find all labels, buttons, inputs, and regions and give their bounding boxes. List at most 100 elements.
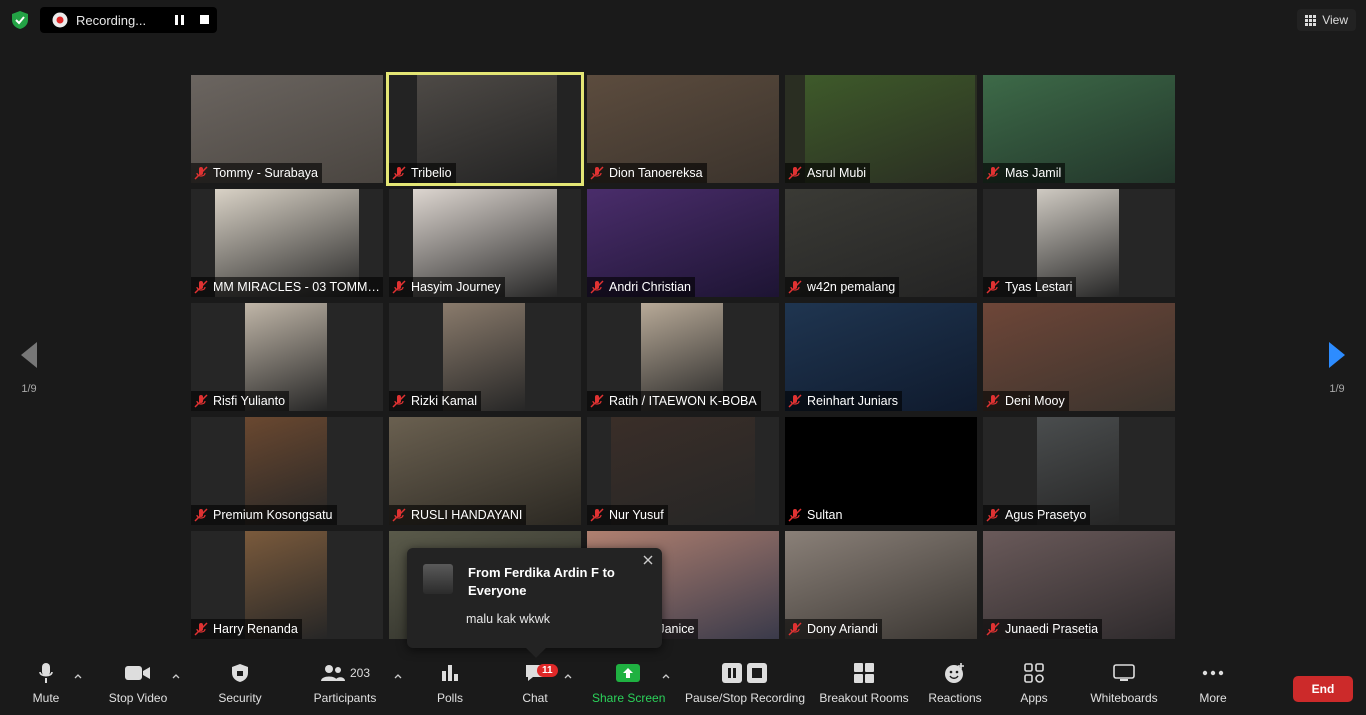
participants-options-chevron-icon[interactable] — [394, 673, 402, 679]
breakout-rooms-button[interactable]: Breakout Rooms — [816, 655, 912, 715]
participant-name-tag: Tribelio — [389, 163, 456, 183]
participant-tile[interactable]: Junaedi Prasetia — [983, 531, 1175, 639]
security-button[interactable]: Security — [212, 655, 268, 715]
recording-label: Recording... — [76, 12, 147, 28]
muted-microphone-icon — [788, 508, 802, 522]
muted-microphone-icon — [392, 508, 406, 522]
participant-tile[interactable]: Ratih / ITAEWON K-BOBA — [587, 303, 779, 411]
participant-tile[interactable]: MM MIRACLES - 03 TOMMY... — [191, 189, 383, 297]
video-camera-icon — [125, 666, 150, 680]
participant-tile[interactable]: Agus Prasetyo — [983, 417, 1175, 525]
share-options-chevron-icon[interactable] — [662, 673, 670, 679]
participant-tile[interactable]: Tribelio — [386, 72, 584, 186]
video-options-chevron-icon[interactable] — [172, 673, 180, 679]
participant-name-tag: Tyas Lestari — [983, 277, 1077, 297]
muted-microphone-icon — [392, 166, 406, 180]
chat-message: malu kak wkwk — [466, 612, 551, 626]
stop-video-label: Stop Video — [108, 691, 168, 705]
previous-page-button[interactable]: 1/9 — [14, 340, 44, 400]
participants-button[interactable]: 203 Participants — [310, 655, 380, 715]
end-meeting-button[interactable]: End — [1293, 676, 1353, 702]
participant-tile[interactable]: Asrul Mubi — [785, 75, 977, 183]
muted-microphone-icon — [590, 280, 604, 294]
participant-tile[interactable]: Reinhart Juniars — [785, 303, 977, 411]
participant-name: Andri Christian — [609, 280, 691, 294]
chat-notification[interactable]: From Ferdika Ardin F to Everyone malu ka… — [407, 548, 662, 658]
participant-tile[interactable]: Tommy - Surabaya — [191, 75, 383, 183]
close-icon[interactable] — [642, 554, 654, 566]
participant-name-tag: Agus Prasetyo — [983, 505, 1091, 525]
muted-microphone-icon — [986, 622, 1000, 636]
security-shield-icon[interactable] — [12, 11, 28, 29]
participant-tile[interactable]: Risfi Yulianto — [191, 303, 383, 411]
pause-recording-icon[interactable] — [174, 13, 186, 27]
participant-name-tag: Nur Yusuf — [587, 505, 668, 525]
participant-tile[interactable]: Premium Kosongsatu — [191, 417, 383, 525]
participant-name-tag: MM MIRACLES - 03 TOMMY... — [191, 277, 383, 297]
stop-recording-icon[interactable] — [200, 15, 209, 24]
page-indicator-right: 1/9 — [1329, 383, 1345, 395]
apps-button[interactable]: Apps — [1014, 655, 1054, 715]
participant-tile[interactable]: Sultan — [785, 417, 977, 525]
participant-tile[interactable]: Mas Jamil — [983, 75, 1175, 183]
chevron-left-icon — [21, 342, 37, 368]
participant-name: Premium Kosongsatu — [213, 508, 333, 522]
muted-microphone-icon — [986, 166, 1000, 180]
next-page-button[interactable]: 1/9 — [1322, 340, 1352, 400]
muted-microphone-icon — [194, 280, 208, 294]
participant-name: MM MIRACLES - 03 TOMMY... — [213, 280, 383, 294]
reactions-label: Reactions — [928, 691, 982, 705]
pause-stop-recording-label: Pause/Stop Recording — [684, 691, 806, 705]
participant-tile[interactable]: RUSLI HANDAYANI — [389, 417, 581, 525]
muted-microphone-icon — [194, 394, 208, 408]
participant-tile[interactable]: w42n pemalang — [785, 189, 977, 297]
participant-name-tag: RUSLI HANDAYANI — [389, 505, 527, 525]
participant-name-tag: Asrul Mubi — [785, 163, 871, 183]
participant-name-tag: Risfi Yulianto — [191, 391, 290, 411]
pause-stop-recording-button[interactable]: Pause/Stop Recording — [684, 655, 806, 715]
polls-button[interactable]: Polls — [430, 655, 470, 715]
more-button[interactable]: More — [1194, 655, 1232, 715]
chat-options-chevron-icon[interactable] — [564, 673, 572, 679]
participant-name: Reinhart Juniars — [807, 394, 899, 408]
whiteboards-label: Whiteboards — [1090, 691, 1158, 705]
microphone-icon — [39, 663, 53, 683]
participant-tile[interactable]: Tyas Lestari — [983, 189, 1175, 297]
share-screen-label: Share Screen — [592, 691, 666, 705]
chat-sender-avatar — [423, 564, 453, 594]
apps-label: Apps — [1020, 691, 1048, 705]
participant-name: Tommy - Surabaya — [213, 166, 318, 180]
participant-name: Rizki Kamal — [411, 394, 477, 408]
muted-microphone-icon — [590, 166, 604, 180]
participant-name-tag: Tommy - Surabaya — [191, 163, 322, 183]
mute-options-chevron-icon[interactable] — [74, 673, 82, 679]
participant-tile[interactable]: Rizki Kamal — [389, 303, 581, 411]
participant-tile[interactable]: Hasyim Journey — [389, 189, 581, 297]
participant-name-tag: Dony Ariandi — [785, 619, 882, 639]
participant-name-tag: Rizki Kamal — [389, 391, 481, 411]
gallery-grid: Tommy - Surabaya Tribelio Dion Tanoereksa A… — [191, 72, 1175, 639]
polls-label: Polls — [436, 691, 463, 705]
participant-name: Deni Mooy — [1005, 394, 1065, 408]
muted-microphone-icon — [788, 280, 802, 294]
participant-tile[interactable]: Dony Ariandi — [785, 531, 977, 639]
share-screen-button[interactable]: Share Screen — [592, 655, 666, 715]
stop-video-button[interactable]: Stop Video — [104, 655, 172, 715]
participant-tile[interactable]: Nur Yusuf — [587, 417, 779, 525]
participant-name: Tribelio — [411, 166, 452, 180]
participant-tile[interactable]: Harry Renanda — [191, 531, 383, 639]
participant-name: Junaedi Prasetia — [1005, 622, 1099, 636]
whiteboards-button[interactable]: Whiteboards — [1086, 655, 1162, 715]
view-button[interactable]: View — [1297, 9, 1356, 31]
participant-tile[interactable]: Deni Mooy — [983, 303, 1175, 411]
pause-stop-icon — [722, 663, 767, 683]
participant-name: Agus Prasetyo — [1005, 508, 1087, 522]
participant-tile[interactable]: Dion Tanoereksa — [587, 75, 779, 183]
reactions-button[interactable]: Reactions — [926, 655, 984, 715]
chat-sender: From Ferdika Ardin F to Everyone — [468, 565, 615, 598]
whiteboard-icon — [1113, 664, 1135, 681]
recording-indicator: Recording... — [40, 7, 217, 33]
participant-tile[interactable]: Andri Christian — [587, 189, 779, 297]
mute-button[interactable]: Mute — [22, 655, 70, 715]
participant-name-tag: Deni Mooy — [983, 391, 1069, 411]
